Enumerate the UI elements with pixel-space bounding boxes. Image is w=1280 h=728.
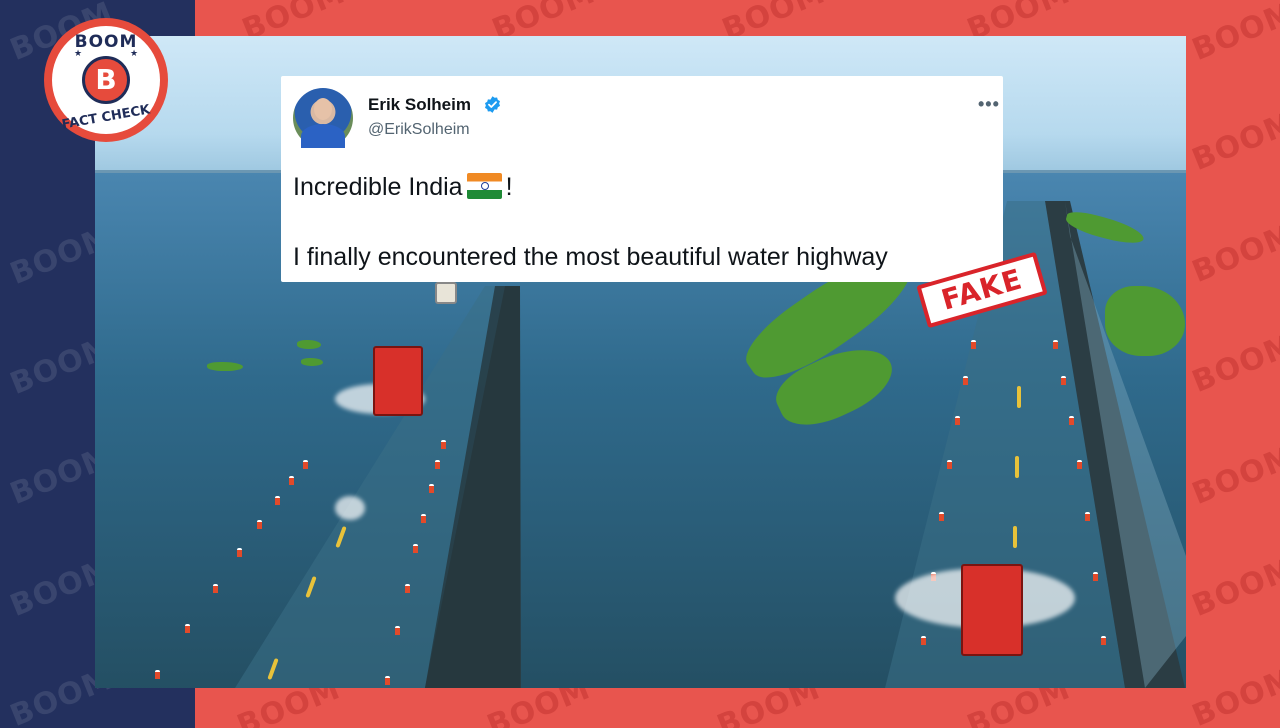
more-options-icon[interactable]: ••• <box>978 94 1000 115</box>
tweet-author-handle[interactable]: @ErikSolheim <box>368 121 470 139</box>
truck-vehicle <box>961 564 1023 656</box>
bus-vehicle <box>373 346 423 416</box>
tweet-text-exclamation: ! <box>505 173 513 201</box>
avatar[interactable] <box>293 88 353 148</box>
india-flag-icon <box>466 173 502 199</box>
logo-top-text: BOOM <box>74 32 138 52</box>
verified-badge-icon <box>484 96 501 113</box>
tweet-text-line-2: I finally encountered the most beautiful… <box>293 243 888 271</box>
logo-letter: B <box>95 63 117 96</box>
tweet-text-line-1: Incredible India! <box>293 173 513 202</box>
tweet-author-name[interactable]: Erik Solheim <box>368 95 471 115</box>
boom-fact-check-logo: BOOM ★ ★ B FACT CHECK <box>44 18 168 142</box>
tweet-text-incredible-india: Incredible India <box>293 173 463 201</box>
tweet-card: Erik Solheim @ErikSolheim ••• Incredible… <box>281 76 1003 282</box>
